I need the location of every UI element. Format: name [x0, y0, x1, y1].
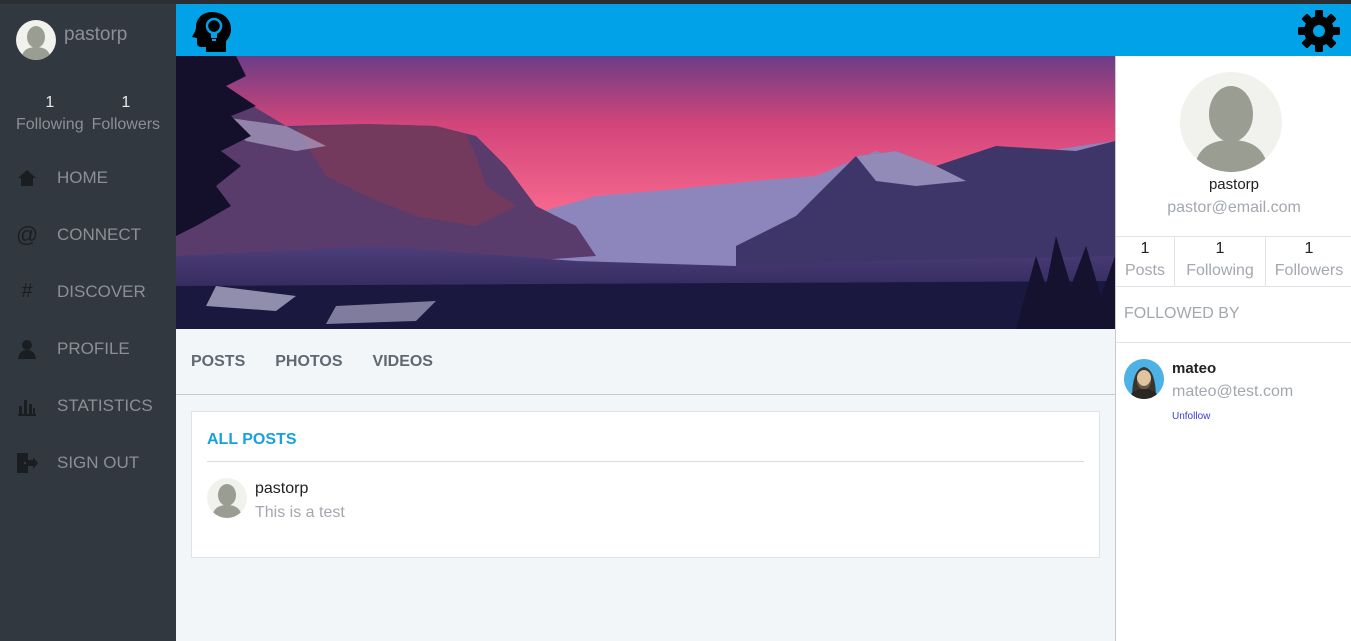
nav-label: PROFILE: [57, 338, 130, 358]
default-avatar-icon: [21, 26, 51, 60]
posts-card: ALL POSTS pastorp This is a test: [191, 411, 1100, 558]
tab-posts[interactable]: POSTS: [191, 353, 245, 371]
profile-stat-followers[interactable]: 1 Followers: [1265, 237, 1351, 286]
follower-meta: mateo mateo@test.com Unfollow: [1172, 359, 1293, 422]
avatar: [16, 20, 56, 60]
profile-avatar: [1180, 72, 1282, 172]
stat-value: 1: [1140, 240, 1150, 257]
posts-card-title: ALL POSTS: [207, 431, 297, 448]
profile-stats: 1 Posts 1 Following 1 Followers: [1116, 236, 1351, 287]
profile-stat-posts[interactable]: 1 Posts: [1116, 237, 1174, 286]
default-avatar-icon: [212, 484, 242, 518]
stat-label: Following: [16, 116, 84, 133]
sidebar-nav: HOME @ CONNECT # DISCOVER PROFILE STATIS…: [0, 149, 176, 491]
stat-value: 1: [121, 94, 131, 111]
nav-label: HOME: [57, 167, 108, 187]
top-header: [176, 4, 1351, 56]
post-author[interactable]: pastorp: [255, 480, 345, 498]
stat-label: Posts: [1124, 262, 1165, 279]
content-tabs: POSTS PHOTOS VIDEOS: [176, 329, 1115, 395]
bar-chart-icon: [16, 395, 38, 417]
followed-by-title: FOLLOWED BY: [1124, 305, 1240, 322]
tab-photos[interactable]: PHOTOS: [275, 353, 342, 371]
profile-panel: pastorp pastor@email.com 1 Posts 1 Follo…: [1115, 56, 1351, 641]
avatar: [207, 478, 247, 518]
follower-name[interactable]: mateo: [1172, 360, 1293, 377]
sidebar: pastorp 1 Following 1 Followers HOME @ C…: [0, 4, 176, 641]
sidebar-stat-followers[interactable]: 1 Followers: [92, 94, 160, 134]
head-lightbulb-icon[interactable]: [192, 10, 232, 52]
avatar[interactable]: [1124, 359, 1164, 399]
stat-label: Followers: [91, 116, 161, 133]
user-icon: [16, 338, 38, 360]
nav-label: SIGN OUT: [57, 452, 140, 472]
bearded-avatar-icon: [1124, 359, 1164, 399]
nav-item-home[interactable]: HOME: [0, 149, 176, 206]
profile-email: pastor@email.com: [1167, 199, 1301, 216]
sidebar-username: pastorp: [64, 24, 128, 45]
stat-label: Followers: [1274, 262, 1344, 279]
post-text: This is a test: [255, 504, 345, 521]
sidebar-user[interactable]: pastorp: [16, 20, 127, 60]
divider: [207, 461, 1084, 462]
cover-image: [176, 56, 1115, 329]
profile-stat-following[interactable]: 1 Following: [1174, 237, 1265, 286]
nav-label: CONNECT: [57, 224, 142, 244]
stat-value: 1: [45, 94, 55, 111]
nav-label: STATISTICS: [57, 395, 153, 415]
nav-item-statistics[interactable]: STATISTICS: [0, 377, 176, 434]
stat-value: 1: [1304, 240, 1314, 257]
nav-item-discover[interactable]: # DISCOVER: [0, 263, 176, 320]
sidebar-stats: 1 Following 1 Followers: [16, 94, 160, 134]
sign-out-icon: [16, 452, 38, 474]
stat-label: Following: [1186, 262, 1254, 279]
default-avatar-icon: [1194, 86, 1268, 172]
hashtag-icon: #: [21, 280, 33, 302]
follower-item: mateo mateo@test.com Unfollow: [1124, 359, 1293, 422]
post-item[interactable]: pastorp This is a test: [207, 478, 345, 522]
stat-value: 1: [1215, 240, 1225, 257]
nav-label: DISCOVER: [57, 281, 146, 301]
nav-item-connect[interactable]: @ CONNECT: [0, 206, 176, 263]
at-icon: @: [15, 221, 39, 247]
nav-item-profile[interactable]: PROFILE: [0, 320, 176, 377]
unfollow-link[interactable]: Unfollow: [1172, 411, 1293, 422]
sidebar-stat-following[interactable]: 1 Following: [16, 94, 84, 134]
profile-name: pastorp: [1208, 176, 1260, 193]
gear-icon[interactable]: [1297, 9, 1341, 53]
follower-email: mateo@test.com: [1172, 383, 1294, 400]
home-icon: [16, 167, 38, 189]
post-meta: pastorp This is a test: [255, 480, 345, 522]
divider: [1116, 342, 1351, 343]
nav-item-sign-out[interactable]: SIGN OUT: [0, 434, 176, 491]
tab-videos[interactable]: VIDEOS: [373, 353, 433, 371]
